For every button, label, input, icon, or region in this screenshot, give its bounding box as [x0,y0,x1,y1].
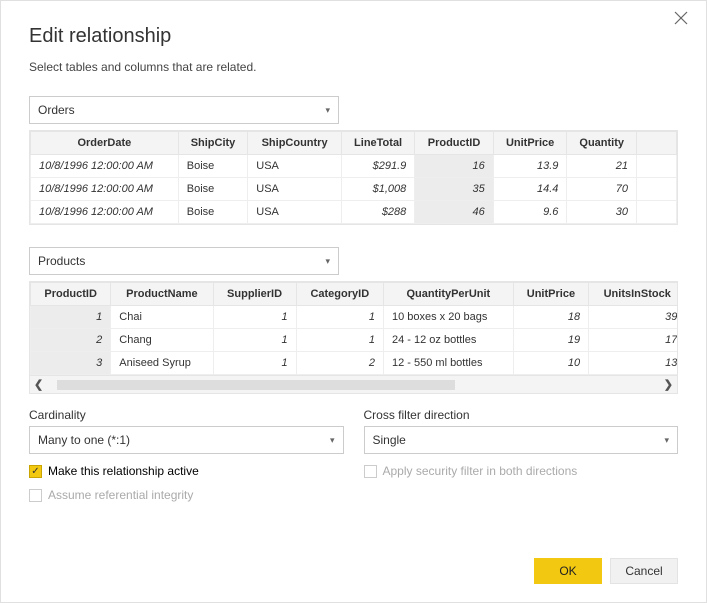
active-checkbox-row[interactable]: ✓ Make this relationship active [29,464,344,478]
col-header[interactable]: UnitsInStock [589,283,677,306]
table-row[interactable]: 3 Aniseed Syrup 1 2 12 - 550 ml bottles … [31,352,678,375]
crossfilter-value: Single [373,433,406,447]
dialog-subtitle: Select tables and columns that are relat… [29,60,678,74]
cardinality-value: Many to one (*:1) [38,433,130,447]
security-checkbox-label: Apply security filter in both directions [383,464,578,478]
close-icon[interactable] [674,11,694,31]
cardinality-select[interactable]: Many to one (*:1) ▾ [29,426,344,454]
table-row[interactable]: 10/8/1996 12:00:00 AM Boise USA $1,008 3… [31,178,677,201]
dialog-title: Edit relationship [29,25,678,48]
integrity-checkbox-label: Assume referential integrity [48,488,193,502]
cardinality-label: Cardinality [29,408,344,422]
chevron-down-icon: ▾ [664,435,669,446]
table-row[interactable]: 10/8/1996 12:00:00 AM Boise USA $288 46 … [31,201,677,224]
table-row[interactable]: 2 Chang 1 1 24 - 12 oz bottles 19 17 [31,329,678,352]
integrity-checkbox-row: Assume referential integrity [29,488,344,502]
col-header[interactable]: QuantityPerUnit [383,283,513,306]
col-header[interactable]: ShipCity [178,132,248,155]
table1-select[interactable]: Orders ▾ [29,96,339,124]
dialog-footer: OK Cancel [534,558,678,584]
scroll-right-icon[interactable]: ❯ [664,378,673,391]
table1-select-value: Orders [38,103,75,117]
table2-preview: ProductID ProductName SupplierID Categor… [29,281,678,394]
crossfilter-select[interactable]: Single ▾ [364,426,679,454]
ok-button[interactable]: OK [534,558,602,584]
checkbox-icon [29,489,42,502]
col-header[interactable]: ProductID [415,132,493,155]
chevron-down-icon: ▾ [325,105,330,116]
crossfilter-label: Cross filter direction [364,408,679,422]
scroll-thumb[interactable] [57,380,455,390]
table-row[interactable]: 1 Chai 1 1 10 boxes x 20 bags 18 39 [31,306,678,329]
table2-select-value: Products [38,254,85,268]
col-header[interactable]: CategoryID [296,283,383,306]
col-header[interactable]: ProductID [31,283,111,306]
security-checkbox-row: Apply security filter in both directions [364,464,679,478]
table-row[interactable]: 10/8/1996 12:00:00 AM Boise USA $291.9 1… [31,155,677,178]
table1-preview: OrderDate ShipCity ShipCountry LineTotal… [29,130,678,225]
active-checkbox-label: Make this relationship active [48,464,199,478]
cancel-button[interactable]: Cancel [610,558,678,584]
col-header[interactable]: ProductName [111,283,213,306]
checkbox-icon [364,465,377,478]
horizontal-scrollbar[interactable]: ❮ ❯ [30,375,677,393]
col-header[interactable]: LineTotal [341,132,414,155]
col-header[interactable]: SupplierID [213,283,296,306]
col-header[interactable]: UnitPrice [493,132,567,155]
chevron-down-icon: ▾ [330,435,335,446]
col-header[interactable]: UnitPrice [513,283,588,306]
checkbox-checked-icon[interactable]: ✓ [29,465,42,478]
table2-select[interactable]: Products ▾ [29,247,339,275]
scroll-left-icon[interactable]: ❮ [34,378,43,391]
col-header[interactable]: OrderDate [31,132,179,155]
chevron-down-icon: ▾ [325,256,330,267]
col-header[interactable]: ShipCountry [248,132,342,155]
edit-relationship-dialog: Edit relationship Select tables and colu… [0,0,707,603]
col-header[interactable]: Quantity [567,132,637,155]
